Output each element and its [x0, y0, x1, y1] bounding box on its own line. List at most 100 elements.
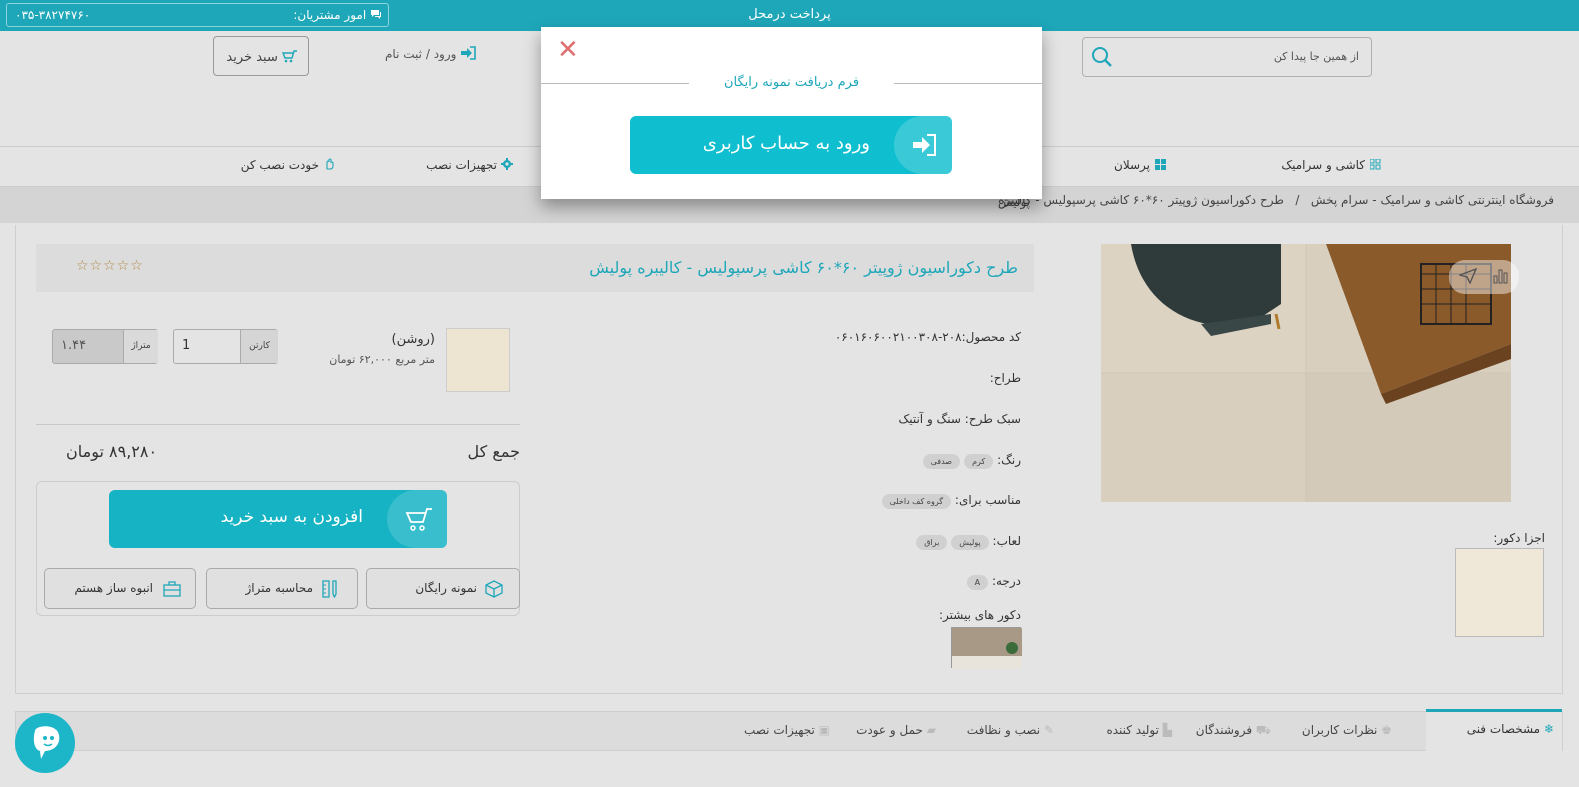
- cart-text: سبد خرید: [226, 50, 278, 65]
- variant-name: (روشن): [391, 332, 436, 347]
- search-icon[interactable]: [1091, 46, 1113, 71]
- toolbox-icon: ▣: [818, 723, 830, 737]
- decor-part-thumbnail[interactable]: [1455, 548, 1544, 637]
- nav-label-diy: خودت نصب کن: [240, 158, 319, 172]
- factory-icon: ▙: [1162, 723, 1172, 737]
- tab-sellers[interactable]: ⛟ فروشندگان: [1196, 723, 1271, 739]
- cart-label: سبد خرید: [226, 49, 298, 65]
- color-label: رنگ:: [997, 453, 1021, 467]
- cart-icon: [278, 50, 298, 65]
- suitable-tag[interactable]: گروه کف داخلی: [881, 494, 952, 509]
- login-account-label: ورود به حساب کاربری: [702, 133, 870, 154]
- tab-reviews[interactable]: ♚ نظرات کاربران: [1302, 723, 1392, 737]
- glaze-tag[interactable]: براق: [916, 535, 948, 550]
- designer-label: طراح:: [989, 371, 1021, 385]
- chat-widget-button[interactable]: [15, 713, 75, 773]
- tab-install-clean[interactable]: ✎ نصب و نظافت: [967, 723, 1054, 737]
- compare-chart-icon[interactable]: [1493, 268, 1509, 287]
- divider: [36, 424, 520, 425]
- quantity-value[interactable]: 1: [182, 338, 190, 353]
- total-label: جمع کل: [467, 442, 520, 461]
- close-icon[interactable]: ✕: [557, 35, 579, 65]
- register-link[interactable]: ثبت نام: [385, 47, 422, 61]
- add-to-cart-button[interactable]: افزودن به سبد خرید: [109, 490, 447, 548]
- nav-item-install-equipment[interactable]: تجهیزات نصب: [426, 158, 513, 172]
- product-title: طرح دکوراسیون ژوپیتر ۶۰*۶۰ کاشی پرسپولیس…: [589, 258, 1018, 277]
- nav-item-porcelain[interactable]: پرسلان: [1114, 158, 1166, 172]
- modal-title: فرم دریافت نمونه رایگان: [723, 75, 860, 90]
- breadcrumb-home[interactable]: فروشگاه اینترنتی کاشی و سرامیک - سرام پخ…: [1311, 193, 1554, 207]
- free-sample-label: نمونه رایگان: [415, 581, 477, 595]
- product-title-bar: طرح دکوراسیون ژوپیتر ۶۰*۶۰ کاشی پرسپولیس…: [36, 244, 1034, 292]
- login-icon: [456, 46, 477, 61]
- chat-icon: [366, 8, 382, 22]
- tab-manufacturer[interactable]: ▙ تولید کننده: [1106, 723, 1172, 737]
- tab-sellers-text: فروشندگان: [1195, 723, 1253, 737]
- hand-icon: [324, 158, 335, 170]
- nav-item-tiles[interactable]: کاشی و سرامیک: [1281, 158, 1381, 172]
- more-decor-label: دکور های بیشتر:: [938, 608, 1021, 622]
- tab-specs[interactable]: ❄ مشخصات فنی: [1426, 709, 1562, 752]
- more-decor-thumbnail[interactable]: [951, 627, 1022, 669]
- grade-row: درجه: A: [963, 574, 1021, 590]
- color-tag[interactable]: صدفی: [922, 454, 961, 469]
- product-code: ۲۰۸-۰۶۰۱۶۰۶۰۰۲۱۰۰۳۰۸: [834, 330, 962, 344]
- free-sample-button[interactable]: نمونه رایگان: [366, 568, 520, 609]
- login-register-link[interactable]: ورود / ثبت نام: [385, 46, 477, 61]
- login-link[interactable]: ورود: [434, 47, 457, 61]
- image-tools: [1449, 260, 1519, 294]
- nav-label-install-equipment: تجهیزات نصب: [426, 158, 497, 172]
- cart-button[interactable]: سبد خرید: [213, 36, 309, 76]
- tab-shipping-return[interactable]: ▰ حمل و عودت: [856, 723, 936, 737]
- search-box[interactable]: از همین جا پیدا کن: [1082, 37, 1372, 77]
- suitable-row: مناسب برای: گروه کف داخلی: [878, 493, 1021, 509]
- color-tag[interactable]: کرم: [964, 454, 994, 469]
- style-row: سبک طرح: سنگ و آنتیک: [898, 412, 1021, 426]
- suitable-label: مناسب برای:: [954, 493, 1021, 507]
- free-sample-modal: ✕ فرم دریافت نمونه رایگان ورود به حساب ک…: [541, 27, 1042, 199]
- briefcase-icon: [163, 580, 181, 601]
- chat-bot-icon: [33, 726, 60, 759]
- rating-stars[interactable]: ☆☆☆☆☆: [76, 258, 144, 274]
- customer-service-label: امور مشتریان:: [293, 8, 382, 22]
- gear-icon: [501, 158, 513, 170]
- add-to-cart-label: افزودن به سبد خرید: [220, 507, 363, 527]
- tab-specs-label: ❄ مشخصات فنی: [1467, 722, 1554, 736]
- product-code-label: کد محصول:: [961, 330, 1021, 344]
- truck-icon: ▰: [926, 723, 936, 737]
- quantity-input[interactable]: کارتن 1: [173, 329, 278, 364]
- bulk-builder-button[interactable]: انبوه ساز هستم: [44, 568, 196, 609]
- tab-install-equipment[interactable]: ▣ تجهیزات نصب: [744, 723, 830, 737]
- nav-item-diy[interactable]: خودت نصب کن: [241, 158, 335, 172]
- customer-service-box[interactable]: ۰۳۵-۳۸۲۷۴۷۶۰ امور مشتریان:: [6, 3, 389, 27]
- product-tabs: ❄ مشخصات فنی ♚ نظرات کاربران ⛟ فروشندگان…: [15, 709, 1563, 752]
- glaze-tag[interactable]: پولیش: [951, 535, 989, 550]
- color-row: رنگ: کرمصدفی: [919, 453, 1021, 469]
- style-label: سبک طرح:: [964, 412, 1021, 426]
- box-icon: [485, 580, 503, 601]
- grade-label: درجه:: [991, 574, 1021, 588]
- tab-install-equipment-text: تجهیزات نصب: [743, 723, 815, 737]
- share-icon[interactable]: [1457, 267, 1478, 287]
- style-value[interactable]: سنگ و آنتیک: [898, 412, 961, 426]
- tab-shipping-return-text: حمل و عودت: [856, 723, 923, 737]
- customer-phone[interactable]: ۰۳۵-۳۸۲۷۴۷۶۰: [15, 8, 90, 22]
- tab-install-clean-text: نصب و نظافت: [966, 723, 1041, 737]
- quantity-unit: کارتن: [240, 330, 278, 363]
- glaze-label: لعاب:: [992, 534, 1021, 548]
- search-input[interactable]: از همین جا پیدا کن: [1274, 50, 1359, 63]
- variant-swatch[interactable]: [446, 328, 510, 392]
- variant-price: متر مربع ۶۲,۰۰۰ تومان: [329, 353, 435, 366]
- grid-icon: [1155, 159, 1166, 170]
- glaze-row: لعاب: پولیشبراق: [912, 534, 1021, 550]
- tab-manufacturer-text: تولید کننده: [1106, 723, 1159, 737]
- area-input: متراژ ۱.۴۴: [52, 329, 158, 364]
- login-account-button[interactable]: ورود به حساب کاربری: [630, 116, 952, 174]
- cart-icon: [387, 490, 447, 548]
- nav-label-tiles: کاشی و سرامیک: [1281, 158, 1365, 172]
- cart-icon: ⛟: [1255, 723, 1271, 737]
- calc-area-button[interactable]: محاسبه متراژ: [206, 568, 358, 609]
- login-separator: /: [425, 47, 430, 61]
- grade-tag[interactable]: A: [966, 575, 989, 590]
- breadcrumb-separator: /: [1295, 193, 1300, 207]
